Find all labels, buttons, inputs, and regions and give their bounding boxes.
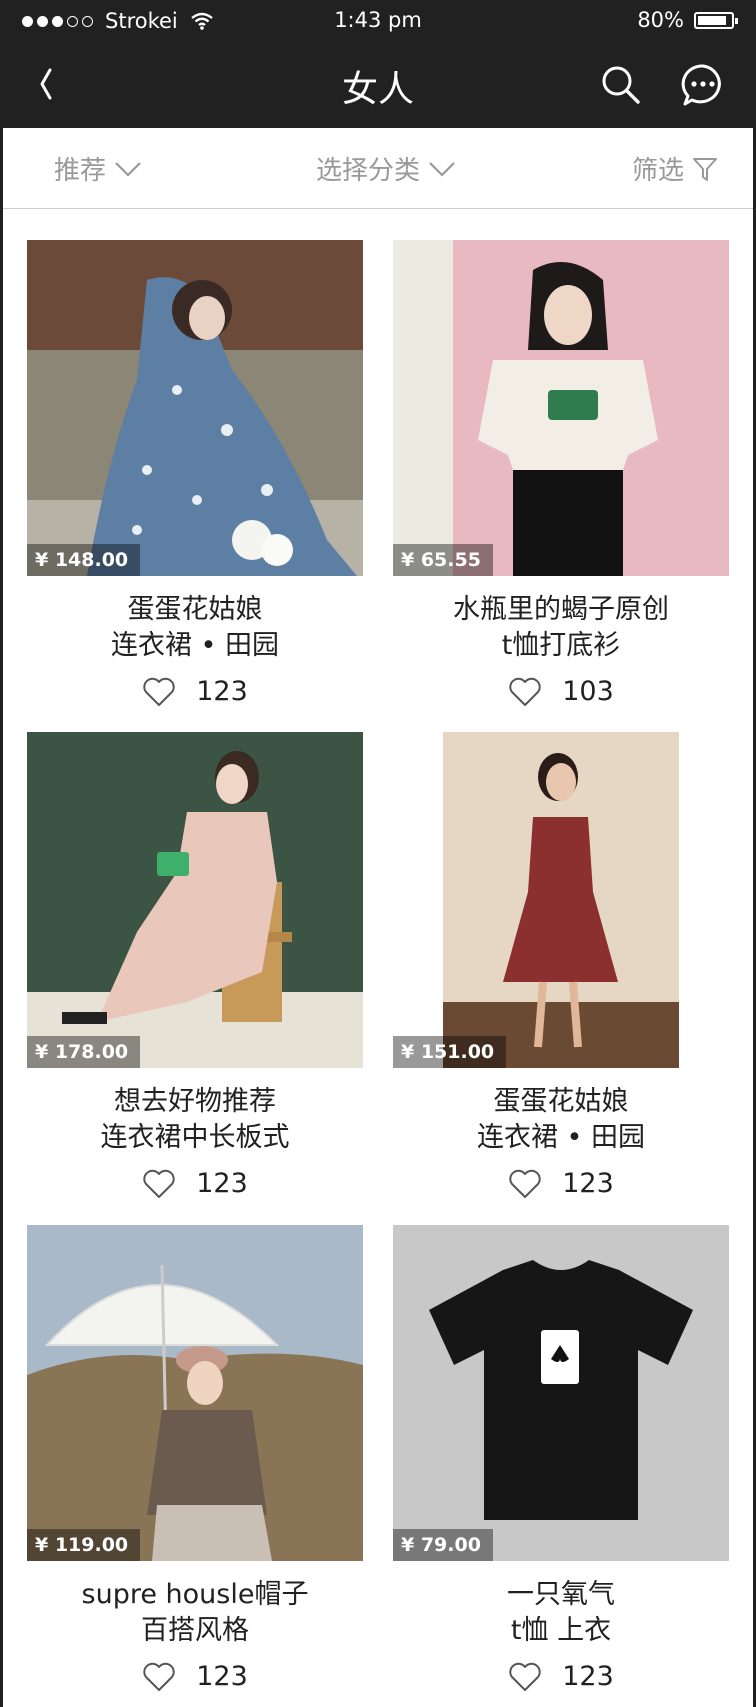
price-tag: ¥ 119.00: [27, 1529, 141, 1561]
like-row: 123: [393, 1661, 729, 1692]
heart-icon[interactable]: [508, 677, 542, 707]
battery-percent: 80%: [637, 8, 684, 32]
filter-button[interactable]: 筛选: [632, 150, 718, 187]
sort-dropdown[interactable]: 推荐: [54, 150, 142, 187]
product-photo[interactable]: ¥ 79.00: [393, 1225, 729, 1561]
product-title-line1: 蛋蛋花姑娘: [493, 1086, 629, 1117]
sort-label: 推荐: [54, 156, 107, 186]
price-tag: ¥ 65.55: [393, 544, 493, 576]
price-tag: ¥ 148.00: [27, 544, 141, 576]
like-row: 123: [27, 1168, 363, 1199]
product-photo[interactable]: ¥ 178.00: [27, 732, 363, 1068]
heart-icon[interactable]: [508, 1169, 542, 1199]
like-count: 103: [562, 676, 614, 707]
product-title-line2: 连衣裙 • 田园: [110, 630, 280, 661]
like-count: 123: [196, 1661, 248, 1692]
chevron-down-icon: [429, 161, 455, 177]
like-count: 123: [562, 1661, 614, 1692]
heart-icon[interactable]: [142, 677, 176, 707]
like-row: 123: [27, 676, 363, 707]
product-title-line2: 连衣裙中长板式: [100, 1122, 290, 1153]
product-title[interactable]: 水瓶里的蝎子原创 t恤打底衫: [393, 592, 729, 664]
product-title[interactable]: 蛋蛋花姑娘 连衣裙 • 田园: [27, 592, 363, 664]
heart-icon[interactable]: [142, 1662, 176, 1692]
category-label: 选择分类: [316, 156, 421, 186]
frame-left: [0, 0, 3, 1707]
category-dropdown[interactable]: 选择分类: [316, 150, 456, 187]
product-photo[interactable]: ¥ 65.55: [393, 240, 729, 576]
product-photo[interactable]: ¥ 148.00: [27, 240, 363, 576]
like-row: 123: [27, 1661, 363, 1692]
battery-status: 80%: [637, 8, 738, 32]
filter-bar: 推荐 选择分类 筛选: [0, 128, 756, 209]
product-title-line1: 蛋蛋花姑娘: [127, 594, 263, 625]
price-tag: ¥ 79.00: [393, 1529, 493, 1561]
heart-icon[interactable]: [142, 1169, 176, 1199]
status-bar: Strokei 1:43 pm 80%: [0, 0, 756, 40]
product-photo[interactable]: ¥ 151.00: [393, 732, 729, 1068]
price-tag: ¥ 151.00: [393, 1036, 507, 1068]
product-title-line1: supre housle帽子: [81, 1579, 309, 1610]
product-title-line2: t恤打底衫: [501, 630, 621, 661]
product-photo[interactable]: ¥ 119.00: [27, 1225, 363, 1561]
product-title[interactable]: supre housle帽子 百搭风格: [27, 1577, 363, 1649]
product-title-line2: t恤 上衣: [510, 1615, 612, 1646]
product-title[interactable]: 蛋蛋花姑娘 连衣裙 • 田园: [393, 1084, 729, 1156]
product-title-line2: 百搭风格: [141, 1615, 249, 1646]
like-count: 123: [196, 1168, 248, 1199]
heart-icon[interactable]: [508, 1662, 542, 1692]
message-icon[interactable]: [680, 62, 726, 108]
product-title[interactable]: 一只氧气 t恤 上衣: [393, 1577, 729, 1649]
product-title-line1: 想去好物推荐: [114, 1086, 276, 1117]
filter-icon: [693, 157, 718, 181]
like-count: 123: [562, 1168, 614, 1199]
price-tag: ¥ 178.00: [27, 1036, 141, 1068]
product-title[interactable]: 想去好物推荐 连衣裙中长板式: [27, 1084, 363, 1156]
nav-bar: 女人: [0, 40, 756, 128]
filter-label: 筛选: [632, 156, 685, 186]
search-icon[interactable]: [598, 62, 642, 106]
product-title-line1: 水瓶里的蝎子原创: [453, 594, 669, 625]
page-title: 女人: [341, 69, 414, 110]
product-title-line2: 连衣裙 • 田园: [476, 1122, 646, 1153]
battery-icon: [694, 11, 738, 29]
chevron-down-icon: [115, 161, 141, 177]
like-row: 123: [393, 1168, 729, 1199]
like-count: 123: [196, 676, 248, 707]
product-title-line1: 一只氧气: [507, 1579, 615, 1610]
like-row: 103: [393, 676, 729, 707]
